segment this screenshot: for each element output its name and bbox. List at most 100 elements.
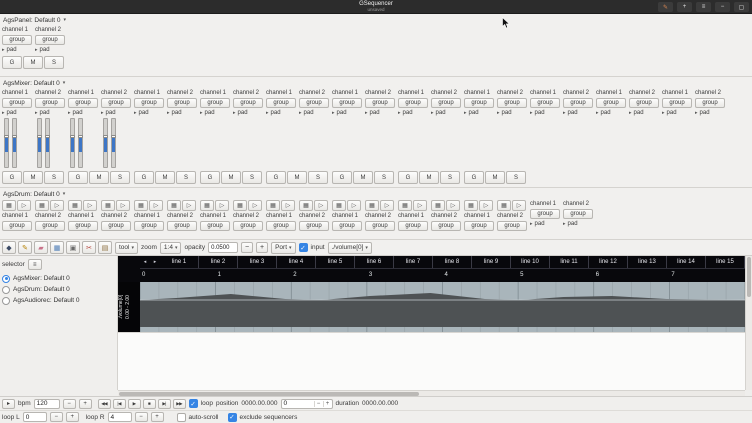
input-checkbox[interactable]: ✓ <box>299 243 308 252</box>
volume-fader[interactable] <box>78 118 83 168</box>
group-button[interactable]: group <box>398 221 428 231</box>
measure-ruler[interactable]: 01234567 <box>140 269 745 282</box>
group-button[interactable]: group <box>35 35 65 45</box>
group-button[interactable]: group <box>596 98 626 108</box>
s-toggle-button[interactable]: S <box>308 171 328 184</box>
pad-expander[interactable]: ▸pad <box>365 109 380 117</box>
volume-fader[interactable] <box>37 118 42 168</box>
line-tab[interactable]: line 12 <box>589 256 628 268</box>
group-button[interactable]: group <box>530 209 560 219</box>
open-matrix-icon[interactable]: ▦ <box>167 200 181 211</box>
play-pad-icon[interactable]: ▷ <box>248 200 262 211</box>
play-pad-icon[interactable]: ▷ <box>50 200 64 211</box>
add-icon[interactable]: + <box>677 2 692 12</box>
open-matrix-icon[interactable]: ▦ <box>200 200 214 211</box>
opacity-minus-button[interactable]: − <box>241 242 253 253</box>
drum-header-menu[interactable]: AgsDrum: Default 0 ▾ <box>3 189 65 199</box>
group-button[interactable]: group <box>233 221 263 231</box>
pad-expander[interactable]: ▸pad <box>332 109 347 117</box>
open-matrix-icon[interactable]: ▦ <box>2 200 16 211</box>
next-icon[interactable]: ▶| <box>158 399 171 409</box>
group-button[interactable]: group <box>167 98 197 108</box>
pad-expander[interactable]: ▸pad <box>35 109 50 117</box>
line-tab[interactable]: line 4 <box>277 256 316 268</box>
pencil-icon[interactable]: ✎ <box>18 241 32 254</box>
play-pad-icon[interactable]: ▷ <box>83 200 97 211</box>
group-button[interactable]: group <box>299 98 329 108</box>
s-toggle-button[interactable]: S <box>44 56 64 69</box>
group-button[interactable]: group <box>167 221 197 231</box>
group-button[interactable]: group <box>35 221 65 231</box>
m-toggle-button[interactable]: M <box>353 171 373 184</box>
g-toggle-button[interactable]: G <box>332 171 352 184</box>
line-tab[interactable]: line 9 <box>472 256 511 268</box>
pad-expander[interactable]: ▸pad <box>530 109 545 117</box>
pad-expander[interactable]: ▸pad <box>2 109 17 117</box>
play-pad-icon[interactable]: ▷ <box>314 200 328 211</box>
group-button[interactable]: group <box>266 221 296 231</box>
group-button[interactable]: group <box>398 98 428 108</box>
group-button[interactable]: group <box>563 209 593 219</box>
line-tab[interactable]: line 13 <box>628 256 667 268</box>
group-button[interactable]: group <box>101 98 131 108</box>
position-cursor-icon[interactable]: ◆ <box>2 241 16 254</box>
play-pad-icon[interactable]: ▷ <box>17 200 31 211</box>
volume-fader[interactable] <box>4 118 9 168</box>
vertical-scrollbar-handle[interactable] <box>747 257 751 297</box>
g-toggle-button[interactable]: G <box>398 171 418 184</box>
group-button[interactable]: group <box>563 98 593 108</box>
auto-scroll-checkbox[interactable] <box>177 413 186 422</box>
group-button[interactable]: group <box>695 98 725 108</box>
bpm-plus-button[interactable]: + <box>79 399 92 409</box>
group-button[interactable]: group <box>134 98 164 108</box>
line-tab[interactable]: line 8 <box>433 256 472 268</box>
exclude-sequencers-checkbox[interactable]: ✓ <box>228 413 237 422</box>
group-button[interactable]: group <box>233 98 263 108</box>
edit-icon[interactable]: ✎ <box>658 2 673 12</box>
play-pad-icon[interactable]: ▷ <box>347 200 361 211</box>
m-toggle-button[interactable]: M <box>419 171 439 184</box>
open-matrix-icon[interactable]: ▦ <box>431 200 445 211</box>
line-tab[interactable]: line 11 <box>550 256 589 268</box>
position-spinbutton[interactable]: 0 − + <box>281 399 333 409</box>
bpm-minus-button[interactable]: − <box>63 399 76 409</box>
pad-expander[interactable]: ▸pad <box>662 109 677 117</box>
pad-expander[interactable]: ▸pad <box>398 109 413 117</box>
group-button[interactable]: group <box>2 221 32 231</box>
open-matrix-icon[interactable]: ▦ <box>464 200 478 211</box>
radio-button[interactable] <box>2 275 10 283</box>
port-value-combo[interactable]: ./volume[0] ▾ <box>328 242 372 254</box>
volume-fader[interactable] <box>70 118 75 168</box>
group-button[interactable]: group <box>431 98 461 108</box>
open-matrix-icon[interactable]: ▦ <box>68 200 82 211</box>
group-button[interactable]: group <box>431 221 461 231</box>
g-toggle-button[interactable]: G <box>134 171 154 184</box>
g-toggle-button[interactable]: G <box>2 171 22 184</box>
panel-header-menu[interactable]: AgsPanel: Default 0 ▾ <box>3 15 66 25</box>
group-button[interactable]: group <box>266 98 296 108</box>
pad-expander[interactable]: ▸pad <box>563 109 578 117</box>
line-tab[interactable]: line 3 <box>238 256 277 268</box>
copy-icon[interactable]: ▣ <box>66 241 80 254</box>
port-menu-button[interactable]: Port ▾ <box>271 242 295 254</box>
minimize-icon[interactable]: − <box>715 2 730 12</box>
stop-icon[interactable]: ■ <box>143 399 156 409</box>
select-icon[interactable]: ▦ <box>50 241 64 254</box>
group-button[interactable]: group <box>497 98 527 108</box>
selector-item[interactable]: AgsDrum: Default 0 <box>0 284 117 295</box>
pad-expander[interactable]: ▸pad <box>695 109 710 117</box>
opacity-plus-button[interactable]: + <box>256 242 268 253</box>
vertical-scrollbar[interactable] <box>745 256 752 390</box>
pad-expander[interactable]: ▸pad <box>266 109 281 117</box>
g-toggle-button[interactable]: G <box>200 171 220 184</box>
s-toggle-button[interactable]: S <box>440 171 460 184</box>
loop-right-plus-button[interactable]: + <box>151 412 164 422</box>
loop-left-minus-button[interactable]: − <box>50 412 63 422</box>
scroll-left-icon[interactable]: ◂ <box>144 259 147 265</box>
group-button[interactable]: group <box>365 98 395 108</box>
play-pad-icon[interactable]: ▷ <box>413 200 427 211</box>
selector-menu-button[interactable]: ≡ <box>28 259 42 270</box>
play-pad-icon[interactable]: ▷ <box>446 200 460 211</box>
fader-handle[interactable] <box>78 135 83 138</box>
loop-right-entry[interactable]: 4 <box>108 412 132 422</box>
